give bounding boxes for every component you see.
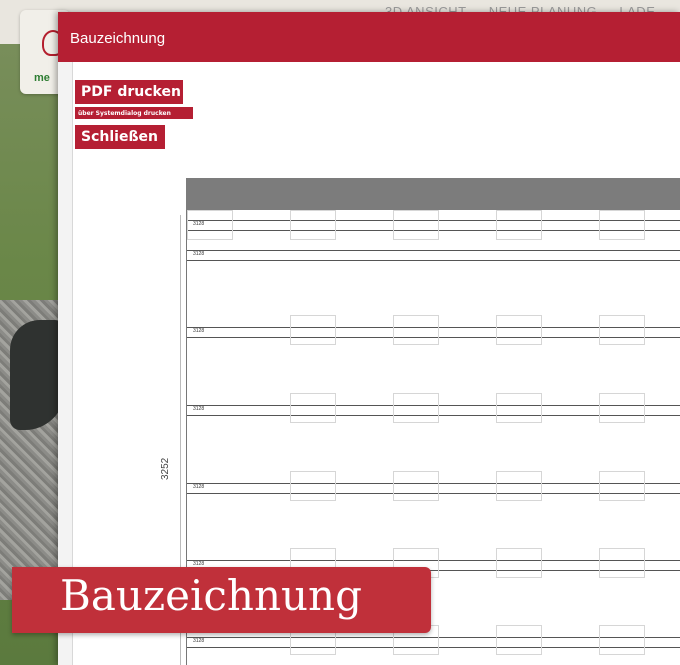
post-outline [599, 471, 645, 501]
row-label: 3128 [193, 251, 205, 257]
post-outline [496, 393, 542, 423]
background-shadow [10, 320, 65, 430]
post-outline [496, 471, 542, 501]
post-outline [290, 210, 336, 240]
row-label: 3128 [193, 484, 205, 490]
drawing-row: 3128 [187, 250, 680, 262]
row-label: 3128 [193, 406, 205, 412]
caption-text: Bauzeichnung [60, 571, 362, 620]
system-print-button[interactable]: über Systemdialog drucken [75, 107, 193, 119]
dialog-title: Bauzeichnung [70, 30, 166, 47]
row-label: 3128 [193, 328, 205, 334]
dimension-label: 3252 [160, 457, 171, 480]
post-outline [496, 625, 542, 655]
close-button[interactable]: Schließen [75, 125, 165, 149]
post-outline [393, 210, 439, 240]
post-outline [599, 393, 645, 423]
post-outline [599, 625, 645, 655]
post-outline [393, 393, 439, 423]
post-outline [599, 548, 645, 578]
drawing-header-bar [186, 178, 680, 210]
dialog-header: Bauzeichnung [58, 12, 680, 62]
row-label: 3128 [193, 638, 205, 644]
logo-text: me [34, 72, 50, 84]
post-outline [496, 210, 542, 240]
post-outline [187, 210, 233, 240]
post-outline [290, 315, 336, 345]
pdf-print-button[interactable]: PDF drucken [75, 80, 183, 104]
post-outline [290, 471, 336, 501]
post-outline [599, 315, 645, 345]
post-outline [290, 393, 336, 423]
post-outline [393, 315, 439, 345]
post-outline [496, 548, 542, 578]
post-outline [496, 315, 542, 345]
post-outline [599, 210, 645, 240]
post-outline [393, 471, 439, 501]
video-caption-banner: Bauzeichnung [12, 567, 431, 633]
